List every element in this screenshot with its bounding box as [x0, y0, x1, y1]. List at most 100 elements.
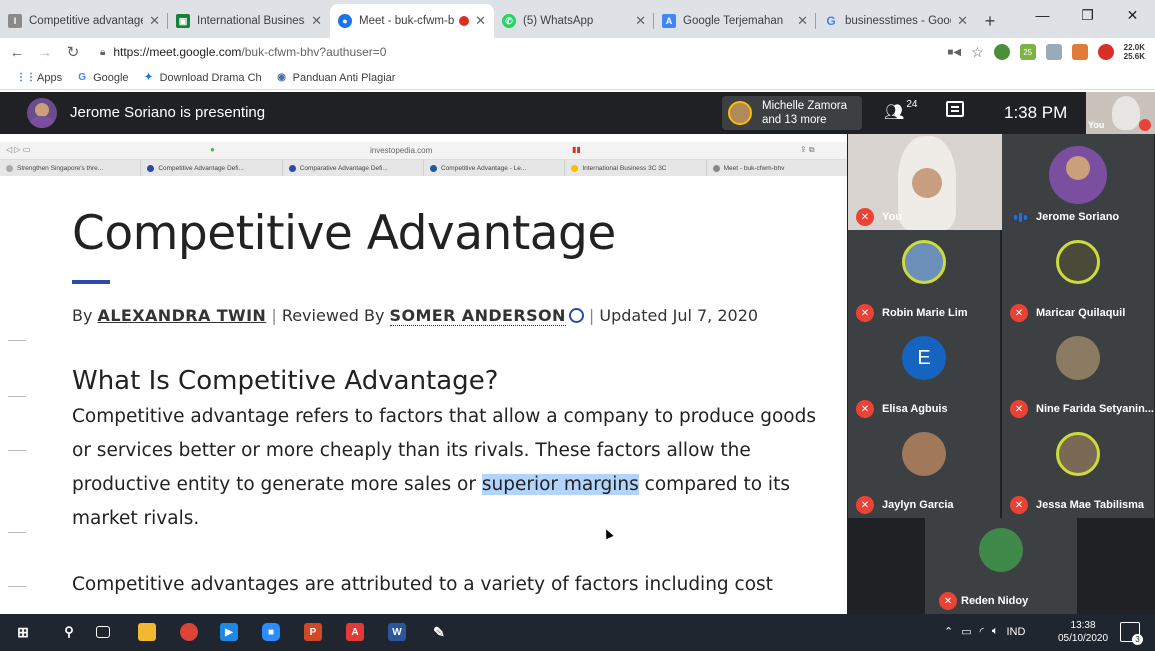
presenter-avatar — [27, 98, 57, 128]
windows-taskbar: ⊞ ⚲ ▶ ■ P A W ✎ ⌃ ▭ ◜ 🔈︎ IND 13:38 05/10… — [0, 614, 1155, 651]
active-speaker-pill[interactable]: Michelle Zamora and 13 more — [722, 96, 862, 130]
lock-icon: 🔒︎ — [100, 46, 106, 58]
speaking-indicator-icon — [1014, 213, 1027, 222]
bookmark-star-icon[interactable]: ☆ — [971, 44, 984, 61]
presenting-label: Jerome Soriano is presenting — [70, 104, 266, 121]
recording-indicator-icon — [459, 16, 470, 26]
windows-start-icon[interactable]: ⊞ — [14, 623, 32, 641]
tab-google-translate[interactable]: A Google Terjemahan ✕ — [654, 4, 816, 38]
shared-tab: Meet - buk-cfwm-bhv — [707, 160, 847, 176]
wifi-icon[interactable]: ◜ — [980, 625, 984, 638]
shared-tab: Strengthen Singapore's thre... — [0, 160, 142, 176]
article-text-line: or services better or more cheaply than … — [72, 440, 751, 461]
acrobat-icon[interactable]: A — [346, 623, 364, 641]
address-bar: ← → ↻ 🔒︎ https://meet.google.com/buk-cfw… — [0, 38, 1155, 66]
tab-competitive-advantage[interactable]: I Competitive advantage ✕ — [0, 4, 168, 38]
extensions-area: ■◀ ☆ 25 22.0K 25.6K — [947, 38, 1145, 66]
shared-tab: Competitive Advantage Defi... — [141, 160, 283, 176]
new-tab-button[interactable]: + — [976, 4, 1004, 38]
camera-icon[interactable]: ■◀ — [947, 47, 961, 58]
close-window-button[interactable]: ✕ — [1110, 0, 1155, 30]
verified-check-icon — [568, 308, 584, 323]
participants-button[interactable]: 👥︎ 24 — [884, 99, 918, 122]
tab-businesstimes[interactable]: G businesstimes - Google ✕ — [816, 4, 976, 38]
article-text-line: productive entity to generate more sales… — [72, 474, 790, 495]
chat-icon[interactable] — [946, 101, 964, 117]
close-tab-icon[interactable]: ✕ — [475, 13, 486, 29]
bookmark-panduan[interactable]: ◉ Panduan Anti Plagiar — [276, 72, 395, 84]
updated-date: Updated Jul 7, 2020 — [599, 306, 759, 325]
task-view-icon[interactable] — [96, 626, 110, 638]
mic-off-icon: ✕ — [1010, 496, 1028, 514]
speaker-name: Michelle Zamora — [762, 100, 847, 112]
chrome-icon[interactable] — [180, 623, 198, 641]
url-input[interactable]: 🔒︎ https://meet.google.com/buk-cfwm-bhv?… — [100, 40, 900, 64]
apps-grid-icon: ⋮⋮ — [16, 72, 36, 83]
file-explorer-icon[interactable] — [138, 623, 156, 641]
reload-icon[interactable]: ↻ — [62, 43, 84, 61]
notification-center-icon[interactable]: 3 — [1120, 622, 1143, 645]
participant-tile-jessa[interactable]: ✕ Jessa Mae Tabilisma — [1002, 422, 1154, 518]
article-byline: By ALEXANDRA TWIN | Reviewed By SOMER AN… — [72, 306, 759, 326]
language-indicator[interactable]: IND — [1007, 626, 1026, 638]
shared-browser-toolbar: ◁ ▷ ▭ ● investopedia.com ▮▮ ⇪ ⧉ — [0, 142, 847, 160]
paint-icon[interactable]: ✎ — [430, 623, 448, 641]
close-tab-icon[interactable]: ✕ — [635, 13, 646, 29]
minimize-button[interactable]: — — [1020, 0, 1065, 30]
extension-icon[interactable] — [993, 44, 1010, 60]
search-icon[interactable]: ⚲ — [60, 623, 78, 641]
self-label: You — [1088, 120, 1105, 130]
participant-avatar — [1049, 146, 1107, 204]
participant-count: 24 — [906, 99, 918, 110]
participant-avatar: E — [902, 336, 946, 380]
word-icon[interactable]: W — [388, 623, 406, 641]
participant-tile-jerome[interactable]: Jerome Soriano — [1002, 134, 1154, 230]
close-tab-icon[interactable]: ✕ — [149, 13, 160, 29]
back-icon[interactable]: ← — [6, 44, 28, 61]
extension-badge-icon[interactable]: 25 — [1019, 44, 1036, 60]
chevron-up-icon[interactable]: ⌃ — [944, 625, 953, 638]
author-link[interactable]: ALEXANDRA TWIN — [98, 306, 267, 325]
participant-tile-jaylyn[interactable]: ✕ Jaylyn Garcia — [848, 422, 1000, 518]
people-icon: 👥︎ — [884, 104, 905, 121]
participant-avatar — [902, 240, 946, 284]
tab-whatsapp[interactable]: ✆ (5) WhatsApp ✕ — [494, 4, 654, 38]
participant-tile-elisa[interactable]: E ✕ Elisa Agbuis — [848, 326, 1000, 422]
extension-icon[interactable] — [1071, 44, 1088, 60]
zoom-icon[interactable]: ■ — [262, 623, 280, 641]
article-title: Competitive Advantage — [72, 206, 616, 261]
globe-icon: ◉ — [277, 72, 287, 83]
self-view-tile[interactable]: You — [1086, 92, 1155, 134]
bookmark-download-drama[interactable]: ✦ Download Drama Ch — [143, 72, 261, 84]
participant-avatar — [902, 432, 946, 476]
forward-icon[interactable]: → — [34, 44, 56, 61]
media-icon[interactable]: ▶ — [220, 623, 238, 641]
close-tab-icon[interactable]: ✕ — [311, 13, 322, 29]
participant-tile-maricar[interactable]: ✕ Maricar Quilaquil — [1002, 230, 1154, 326]
participant-tile-reden[interactable]: ✕ Reden Nidoy — [925, 518, 1077, 614]
shared-browser-tabs: Strengthen Singapore's thre... Competiti… — [0, 160, 847, 176]
profile-icon[interactable] — [1097, 44, 1114, 60]
participant-tile-you[interactable]: ✕ You — [848, 134, 1002, 230]
close-tab-icon[interactable]: ✕ — [797, 13, 808, 29]
bookmark-apps[interactable]: ⋮⋮ Apps — [16, 72, 62, 84]
investopedia-icon: I — [8, 14, 22, 28]
participant-tile-nine[interactable]: ✕ Nine Farida Setyanin... — [1002, 326, 1154, 422]
meet-icon: ● — [338, 14, 352, 28]
reviewer-link[interactable]: SOMER ANDERSON — [389, 306, 566, 326]
close-tab-icon[interactable]: ✕ — [957, 13, 968, 29]
mic-off-icon — [1139, 119, 1151, 131]
participant-tile-robin[interactable]: ✕ Robin Marie Lim — [848, 230, 1000, 326]
google-icon: G — [78, 72, 86, 83]
extension-icon[interactable] — [1045, 44, 1062, 60]
mic-off-icon: ✕ — [856, 208, 874, 226]
powerpoint-icon[interactable]: P — [304, 623, 322, 641]
tab-meet[interactable]: ● Meet - buk-cfwm-b ✕ — [330, 4, 494, 38]
bookmark-google[interactable]: G Google — [76, 72, 128, 84]
battery-icon[interactable]: ▭ — [961, 625, 971, 638]
shared-tab: International Business 3C 3C — [565, 160, 707, 176]
maximize-button[interactable]: ❐ — [1065, 0, 1110, 30]
taskbar-clock[interactable]: 13:38 05/10/2020 — [1058, 619, 1108, 645]
tab-international-business[interactable]: ▣ International Business 3 ✕ — [168, 4, 330, 38]
volume-icon[interactable]: 🔈︎ — [992, 625, 999, 638]
